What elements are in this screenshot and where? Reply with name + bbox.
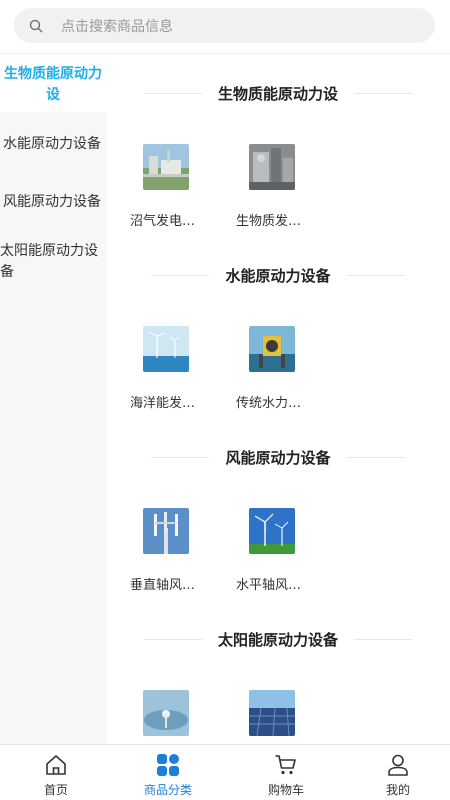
sidebar-item-wind[interactable]: 风能原动力设备 <box>0 192 106 213</box>
section-header: 水能原动力设备 <box>106 260 450 290</box>
product-image <box>143 326 189 372</box>
section-header: 生物质能原动力设 <box>106 78 450 108</box>
divider <box>346 274 405 276</box>
search-input[interactable]: 点击搜索商品信息 <box>14 8 435 43</box>
divider <box>143 92 202 94</box>
user-icon <box>388 754 408 776</box>
section-hydro: 水能原动力设备 海洋能发… 传统水力… <box>106 260 450 411</box>
section-title: 水能原动力设备 <box>225 266 331 285</box>
section-header: 太阳能原动力设备 <box>106 624 450 654</box>
section-title: 生物质能原动力设 <box>217 84 338 103</box>
tab-cart[interactable]: 购物车 <box>230 745 342 800</box>
sidebar-item-hydro[interactable]: 水能原动力设备 <box>0 134 106 155</box>
divider <box>354 638 412 640</box>
category-icon <box>157 754 179 776</box>
product-name: 水平轴风… <box>236 578 302 593</box>
product-name: 垂直轴风… <box>130 578 196 593</box>
divider <box>143 638 202 640</box>
search-icon <box>29 19 43 32</box>
product-name: 传统水力… <box>236 396 302 411</box>
divider <box>151 274 210 276</box>
tab-label: 商品分类 <box>143 783 192 797</box>
tab-label: 我的 <box>385 783 410 797</box>
tab-label: 首页 <box>43 783 68 797</box>
product-image <box>143 690 189 736</box>
section-header: 风能原动力设备 <box>106 442 450 472</box>
product-name: 生物质发… <box>236 214 302 229</box>
product-image <box>143 508 189 554</box>
product-list: 生物质能原动力设 沼气发电… 生物质发… 水能原动力设备 海洋能发… 传统水力…… <box>106 54 450 744</box>
section-biomass: 生物质能原动力设 沼气发电… 生物质发… <box>106 78 450 229</box>
divider <box>151 456 210 458</box>
product-image <box>249 690 295 736</box>
tab-category[interactable]: 商品分类 <box>112 745 224 800</box>
tab-mine[interactable]: 我的 <box>342 745 450 800</box>
product-name: 海洋能发… <box>130 396 196 411</box>
tab-home[interactable]: 首页 <box>0 745 112 800</box>
bottom-tab-bar: 首页 商品分类 购物车 我的 <box>0 744 450 800</box>
cart-icon <box>275 755 296 775</box>
section-title: 风能原动力设备 <box>225 448 331 467</box>
product-image <box>143 144 189 190</box>
section-wind: 风能原动力设备 垂直轴风… 水平轴风… <box>106 442 450 593</box>
category-sidebar: 生物质能原动力设 水能原动力设备 风能原动力设备 太阳能原动力设备 <box>0 54 106 744</box>
search-placeholder: 点击搜索商品信息 <box>61 18 173 35</box>
product-image <box>249 326 295 372</box>
section-title: 太阳能原动力设备 <box>217 630 338 649</box>
sidebar-item-biomass[interactable]: 生物质能原动力设 <box>0 54 106 112</box>
search-bar: 点击搜索商品信息 <box>0 0 450 54</box>
product-name: 沼气发电… <box>130 214 196 229</box>
home-icon <box>46 755 66 775</box>
divider <box>354 92 412 94</box>
product-image <box>249 144 295 190</box>
divider <box>346 456 405 458</box>
section-solar: 太阳能原动力设备 <box>106 624 450 736</box>
tab-label: 购物车 <box>267 783 304 797</box>
product-image <box>249 508 295 554</box>
sidebar-item-solar[interactable]: 太阳能原动力设备 <box>0 241 104 283</box>
